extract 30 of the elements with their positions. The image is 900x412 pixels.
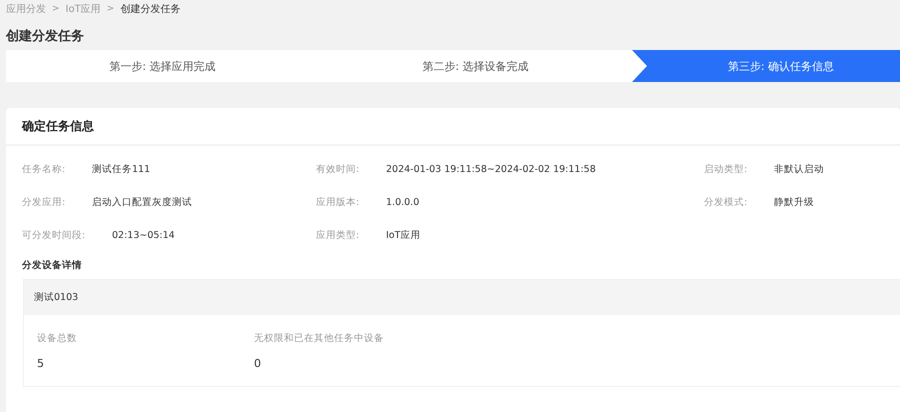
field-value: 非默认启动 xyxy=(774,162,824,176)
page-title: 创建分发任务 xyxy=(6,28,85,46)
field-label: 可分发时间段: xyxy=(22,228,86,242)
breadcrumb-separator: > xyxy=(106,4,114,14)
field-value: 静默升级 xyxy=(774,196,814,208)
breadcrumb-item[interactable]: 应用分发 xyxy=(6,2,46,16)
field-value: 1.0.0.0 xyxy=(386,196,420,208)
field-label: 分发应用: xyxy=(22,196,66,208)
breadcrumb-item: 创建分发任务 xyxy=(120,2,180,16)
stat-value: 5 xyxy=(37,357,45,370)
field-label: 有效时间: xyxy=(316,162,360,176)
field-value: 测试任务111 xyxy=(92,162,150,176)
field-label: 应用版本: xyxy=(316,196,360,208)
field-label: 启动类型: xyxy=(704,162,748,176)
stat-label: 设备总数 xyxy=(37,332,78,345)
stat-value: 0 xyxy=(254,357,262,370)
stat-label: 无权限和已在其他任务中设备 xyxy=(254,332,385,345)
field-value: 02:13~05:14 xyxy=(112,230,175,240)
step-tab[interactable]: 第三步: 确认任务信息 xyxy=(632,50,900,82)
field-value: 启动入口配置灰度测试 xyxy=(92,196,192,208)
field-label: 应用类型: xyxy=(316,228,360,242)
breadcrumb-item[interactable]: IoT应用 xyxy=(66,2,101,16)
field-value: IoT应用 xyxy=(386,228,420,242)
field-label: 任务名称: xyxy=(22,162,66,176)
card-title: 确定任务信息 xyxy=(22,118,94,134)
device-group-name: 测试0103 xyxy=(34,291,78,304)
breadcrumb-separator: > xyxy=(52,4,60,14)
field-label: 分发模式: xyxy=(704,196,748,208)
section-title: 分发设备详情 xyxy=(22,259,83,273)
field-value: 2024-01-03 19:11:58~2024-02-02 19:11:58 xyxy=(386,164,596,174)
